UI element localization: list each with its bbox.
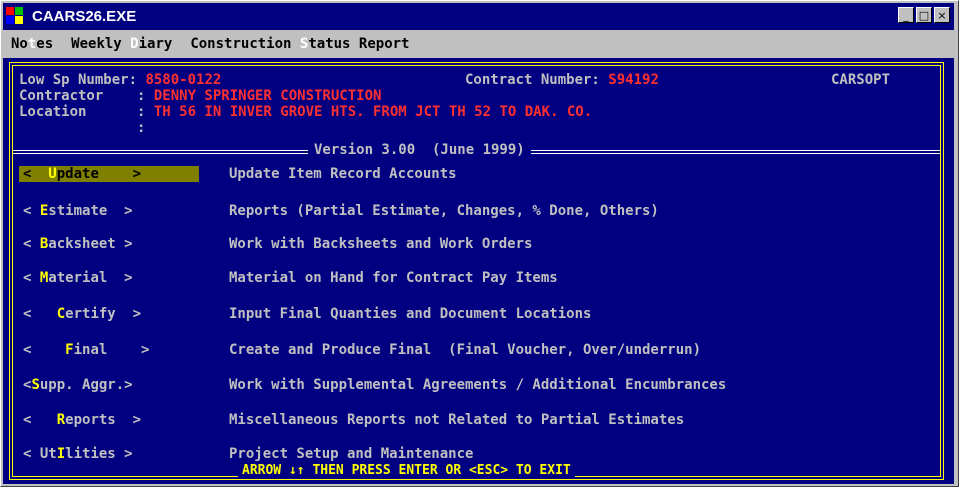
application-window: CAARS26.EXE _ □ × Notes Weekly Diary Con… (0, 0, 959, 487)
close-button[interactable]: × (934, 7, 950, 23)
footer-instructions: ARROW ↓↑ THEN PRESS ENTER OR <ESC> TO EX… (238, 463, 575, 478)
menu-option-supp-aggr[interactable]: <Supp. Aggr.> Work with Supplemental Agr… (19, 374, 726, 396)
maximize-button[interactable]: □ (916, 7, 932, 23)
menu-option-utilities[interactable]: < UtIlities > Project Setup and Maintena… (19, 443, 473, 465)
contract-number: Contract Number: S94192 (465, 72, 659, 88)
console-screen: Low Sp Number: 8580-0122 Contractor : DE… (3, 58, 954, 484)
menu-option-certify[interactable]: < Certify > Input Final Quanties and Doc… (19, 303, 591, 325)
version-label: Version 3.00 (June 1999) (308, 142, 531, 158)
menu-option-update[interactable]: < Update > Update Item Record Accounts (19, 163, 457, 185)
low-sp-number: 8580-0122 (145, 72, 222, 88)
location-value: TH 56 IN INVER GROVE HTS. FROM JCT TH 52… (153, 104, 593, 120)
menu-option-backsheet[interactable]: < Backsheet > Work with Backsheets and W… (19, 233, 532, 255)
menu-notes[interactable]: Notes (11, 36, 53, 52)
menu-construction-status-report[interactable]: Construction Status Report (190, 36, 409, 52)
menu-option-reports[interactable]: < Reports > Miscellaneous Reports not Re… (19, 409, 684, 431)
menu-option-material[interactable]: < Material > Material on Hand for Contra… (19, 267, 558, 289)
contractor-name: DENNY SPRINGER CONSTRUCTION (153, 88, 382, 104)
menu-option-estimate[interactable]: < Estimate > Reports (Partial Estimate, … (19, 200, 659, 222)
minimize-button[interactable]: _ (898, 7, 914, 23)
menu-weekly-diary[interactable]: Weekly Diary (71, 36, 172, 52)
menu-bar: Notes Weekly Diary Construction Status R… (3, 31, 954, 57)
window-title: CAARS26.EXE (32, 8, 137, 25)
app-icon (6, 6, 26, 27)
program-name: CARSOPT (831, 72, 891, 88)
menu-option-final[interactable]: < Final > Create and Produce Final (Fina… (19, 339, 701, 361)
title-bar[interactable]: CAARS26.EXE _ □ × (3, 3, 954, 30)
